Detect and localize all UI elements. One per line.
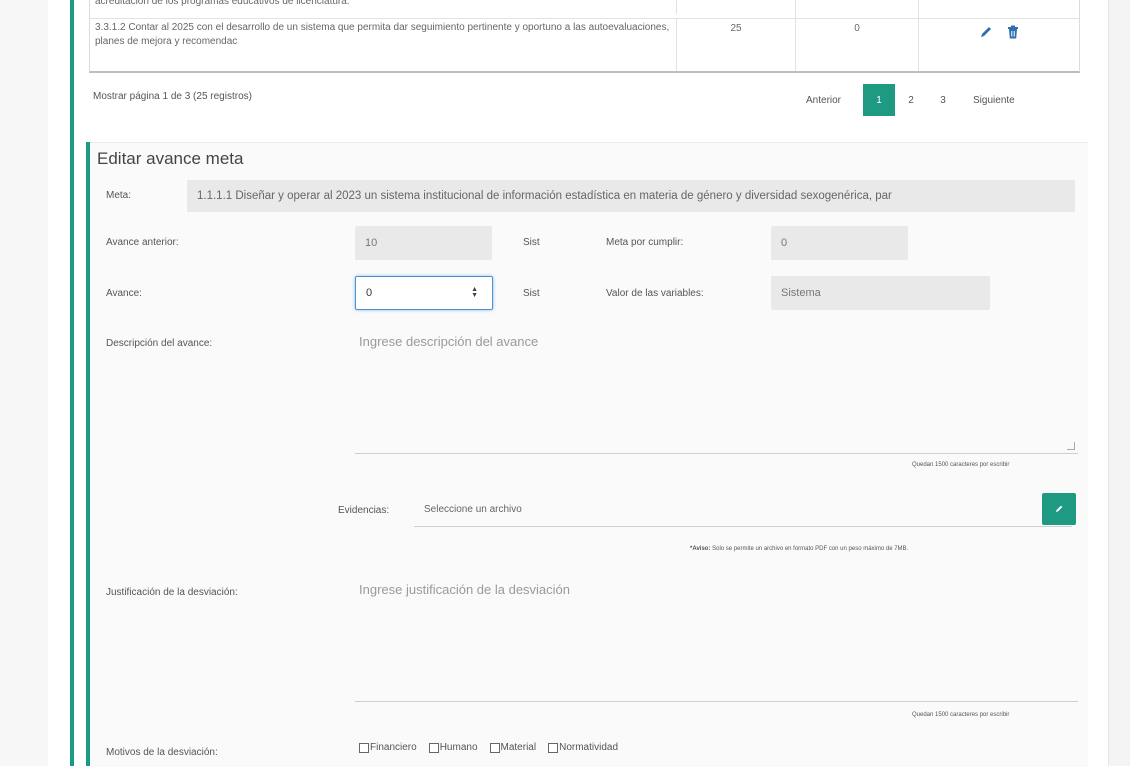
table-cell-actions bbox=[919, 0, 1079, 18]
checkbox-label: Humano bbox=[439, 742, 478, 753]
table-cell-value bbox=[677, 0, 796, 18]
unit-label: Sist bbox=[523, 288, 540, 299]
checkbox-material[interactable]: Material bbox=[489, 742, 537, 753]
motivos-label: Motivos de la desviación: bbox=[106, 747, 218, 758]
table-cell-actions bbox=[919, 19, 1079, 71]
checkbox-box[interactable] bbox=[359, 742, 369, 753]
meta-por-cumplir-label: Meta por cumplir: bbox=[606, 237, 684, 248]
pencil-icon[interactable] bbox=[979, 25, 993, 42]
avance-label: Avance: bbox=[106, 288, 142, 299]
checkbox-box[interactable] bbox=[548, 742, 559, 753]
pagination-prev-button[interactable]: Anterior bbox=[806, 95, 841, 106]
table-cell-value bbox=[796, 0, 919, 18]
aviso-note: *Aviso: Solo se permite un archivo en fo… bbox=[690, 546, 908, 552]
meta-field: 1.1.1.1 Diseñar y operar al 2023 un sist… bbox=[187, 180, 1075, 212]
table-cell-description: acreditación de los programas educativos… bbox=[90, 0, 677, 14]
table-row: acreditación de los programas educativos… bbox=[90, 0, 1079, 18]
table-cell-value: 25 bbox=[677, 19, 796, 71]
descripcion-textarea[interactable]: Ingrese descripción del avance bbox=[355, 328, 1078, 454]
checkbox-box[interactable] bbox=[428, 742, 439, 753]
pagination: Anterior 1 2 3 Siguiente bbox=[806, 84, 1015, 116]
table-cell-value: 0 bbox=[796, 19, 919, 71]
spinner-arrows-icon[interactable]: ▲ ▼ bbox=[471, 286, 478, 299]
justificacion-label: Justificación de la desviación: bbox=[106, 587, 238, 598]
checkbox-humano[interactable]: Humano bbox=[428, 742, 478, 753]
evidencias-label: Evidencias: bbox=[338, 505, 390, 516]
unit-label: Sist bbox=[523, 237, 540, 248]
page-right-gutter bbox=[1108, 0, 1130, 766]
trash-icon[interactable] bbox=[1007, 25, 1019, 42]
avance-anterior-label: Avance anterior: bbox=[106, 237, 179, 248]
pagination-page-3[interactable]: 3 bbox=[927, 84, 959, 116]
evidencias-file-input[interactable]: Seleccione un archivo bbox=[414, 493, 1072, 527]
descripcion-placeholder: Ingrese descripción del avance bbox=[359, 334, 539, 349]
meta-label: Meta: bbox=[106, 190, 132, 201]
table-row: 3.3.1.2 Contar al 2025 con el desarrollo… bbox=[90, 18, 1079, 71]
checkbox-label: Material bbox=[500, 742, 537, 753]
checkbox-financiero[interactable]: Financiero bbox=[359, 742, 417, 753]
resize-grip-icon[interactable] bbox=[1067, 442, 1075, 450]
valor-variables-field: Sistema bbox=[771, 276, 990, 310]
motivos-checkbox-group: Financiero Humano Material Normatividad bbox=[359, 742, 630, 753]
checkbox-label: Normatividad bbox=[559, 742, 619, 753]
table-cell-description: 3.3.1.2 Contar al 2025 con el desarrollo… bbox=[90, 19, 677, 71]
file-browse-button[interactable] bbox=[1042, 493, 1076, 525]
form-title: Editar avance meta bbox=[97, 149, 244, 168]
justificacion-char-counter: Quedan 1500 caracteres por escribir bbox=[912, 712, 1010, 718]
pagination-page-1[interactable]: 1 bbox=[863, 84, 896, 116]
pagination-info: Mostrar página 1 de 3 (25 registros) bbox=[93, 91, 252, 102]
descripcion-label: Descripción del avance: bbox=[106, 338, 213, 349]
avance-input-value: 0 bbox=[366, 287, 373, 299]
descripcion-char-counter: Quedan 1500 caracteres por escribir bbox=[912, 462, 1010, 468]
file-browse-icon bbox=[1056, 505, 1063, 512]
justificacion-placeholder: Ingrese justificación de la desviación bbox=[359, 582, 571, 597]
pagination-page-2[interactable]: 2 bbox=[895, 84, 927, 116]
avance-anterior-field: 10 bbox=[355, 226, 492, 260]
meta-por-cumplir-field: 0 bbox=[771, 226, 908, 260]
checkbox-box[interactable] bbox=[489, 742, 500, 753]
justificacion-textarea[interactable]: Ingrese justificación de la desviación bbox=[355, 576, 1078, 702]
metas-table: acreditación de los programas educativos… bbox=[89, 0, 1080, 73]
valor-variables-label: Valor de las variables: bbox=[606, 288, 704, 299]
page-left-gutter bbox=[0, 0, 48, 766]
avance-number-input[interactable]: 0 ▲ ▼ bbox=[355, 276, 493, 310]
checkbox-label: Financiero bbox=[370, 742, 417, 753]
checkbox-normatividad[interactable]: Normatividad bbox=[548, 742, 618, 753]
pagination-next-button[interactable]: Siguiente bbox=[973, 95, 1015, 106]
aviso-text: Solo se permite un archivo en formato PD… bbox=[710, 546, 909, 552]
aviso-bold: *Aviso: bbox=[690, 546, 711, 552]
section-accent-bar bbox=[70, 0, 74, 766]
